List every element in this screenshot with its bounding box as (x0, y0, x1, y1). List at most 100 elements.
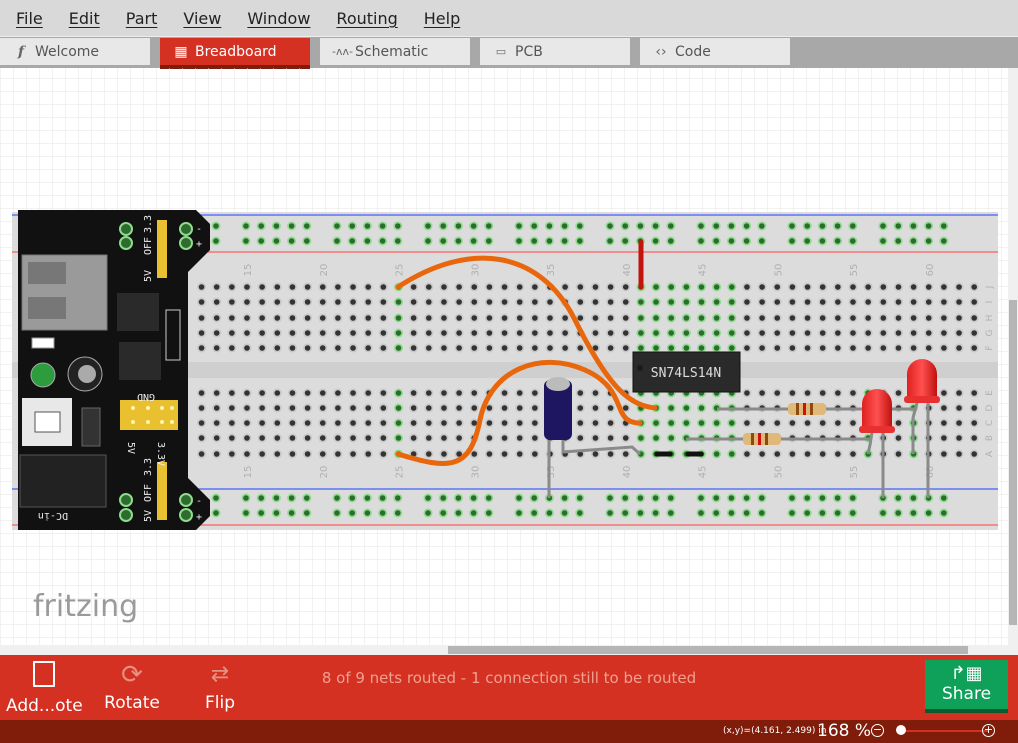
zoom-slider-handle[interactable] (896, 725, 906, 735)
tab-welcome[interactable]: f Welcome (0, 38, 150, 65)
hole-center (335, 315, 341, 321)
hole-center (622, 495, 628, 501)
hole-center (743, 223, 750, 229)
flip-button[interactable]: ⇄ Flip (198, 661, 242, 713)
gnd-label: GND (137, 391, 155, 402)
hole-center (470, 510, 477, 516)
zoom-slider[interactable] (900, 730, 988, 732)
hole-center (819, 420, 826, 426)
hole-center (501, 315, 508, 321)
tab-code[interactable]: ‹› Code (640, 38, 790, 65)
hole-center (213, 510, 219, 516)
hole-center (410, 420, 417, 426)
zoom-in-icon[interactable]: + (982, 724, 995, 737)
schematic-icon: -ʌʌ- (332, 45, 353, 58)
menu-file[interactable]: File (16, 9, 43, 28)
hole-center (486, 284, 493, 290)
hole-center (501, 284, 508, 290)
tab-label: Welcome (35, 43, 100, 60)
power-pin[interactable] (179, 222, 193, 236)
hole-center (607, 284, 614, 290)
power-switch[interactable] (78, 365, 96, 383)
hole-center (577, 420, 584, 426)
hole-center (729, 345, 735, 351)
hole-center (910, 238, 917, 244)
power-pin[interactable] (179, 236, 193, 250)
hole-center (379, 510, 386, 516)
hole-center (774, 315, 781, 321)
tab-pcb[interactable]: ▭ PCB (480, 38, 630, 65)
rotate-button[interactable]: ⟳ Rotate (100, 661, 164, 713)
hole-center (426, 451, 432, 457)
power-pin[interactable] (179, 493, 193, 507)
menu-edit[interactable]: Edit (69, 9, 100, 28)
power-pin[interactable] (119, 508, 133, 522)
zoom-out-icon[interactable]: − (871, 724, 884, 737)
hole-center (456, 390, 462, 396)
hole-center (592, 315, 599, 321)
dc-jack (19, 454, 107, 508)
power-pin[interactable] (119, 236, 133, 250)
hole-center (910, 284, 917, 290)
hole-center (486, 330, 493, 336)
horizontal-scrollbar-thumb[interactable] (448, 646, 968, 654)
hole-center (744, 299, 750, 305)
share-button[interactable]: ↱▦ Share (925, 660, 1008, 713)
hole-center (759, 451, 765, 457)
hole-center (349, 510, 356, 516)
hole-center (653, 420, 659, 426)
hole-center (562, 284, 568, 290)
menu-part[interactable]: Part (126, 9, 158, 28)
fritzing-f-icon: f (17, 43, 25, 60)
add-note-button[interactable]: Add...ote (6, 661, 83, 716)
power-pin[interactable] (119, 222, 133, 236)
minus-label: - (196, 496, 202, 507)
hole-center (698, 330, 705, 336)
resistor[interactable] (788, 403, 826, 415)
add-note-label: Add...ote (6, 696, 83, 716)
menu-help[interactable]: Help (424, 9, 460, 28)
hole-center (956, 284, 962, 290)
hole-center (380, 405, 387, 411)
resistor[interactable] (743, 433, 781, 445)
menu-view[interactable]: View (183, 9, 221, 28)
hole-center (229, 330, 235, 336)
ic-chip[interactable]: SN74LS14N (632, 351, 741, 393)
hole-center (789, 510, 795, 516)
menu-routing[interactable]: Routing (336, 9, 397, 28)
rotate-icon: ⟳ (121, 660, 143, 690)
hole-center (743, 510, 750, 516)
hole-center (243, 495, 249, 501)
tab-schematic[interactable]: -ʌʌ- Schematic (320, 38, 470, 65)
hole-center (531, 238, 537, 244)
hole-center (941, 223, 947, 229)
hole-center (789, 284, 796, 290)
hole-center (456, 330, 462, 336)
hole-center (622, 330, 629, 336)
breadboard-canvas[interactable]: 1515202025253030353540404545505055556060… (0, 68, 1018, 655)
plus-label: + (196, 512, 202, 523)
hole-center (501, 330, 508, 336)
plus-label: + (196, 239, 202, 250)
hole-center (668, 345, 674, 351)
row-label: F (985, 345, 995, 350)
hole-center (865, 284, 871, 290)
tab-breadboard[interactable]: ▦ Breadboard (160, 38, 310, 69)
power-pin[interactable] (119, 493, 133, 507)
hole-center (638, 315, 644, 321)
hole-center (471, 330, 478, 336)
power-module[interactable]: 5V OFF 3.3 5V OFF 3.3 GND 5V 3.3V DC-in … (18, 210, 210, 530)
hole-center (471, 390, 478, 396)
hole-center (364, 510, 371, 516)
hole-center (910, 223, 917, 229)
hole-center (441, 390, 447, 396)
hole-center (729, 284, 735, 290)
power-pin[interactable] (179, 508, 193, 522)
hole-center (562, 345, 568, 351)
menu-window[interactable]: Window (247, 9, 310, 28)
capacitor[interactable] (544, 377, 572, 440)
hole-center (895, 451, 902, 457)
hole-center (259, 299, 265, 305)
hole-center (426, 420, 432, 426)
vertical-scrollbar-thumb[interactable] (1009, 300, 1017, 625)
